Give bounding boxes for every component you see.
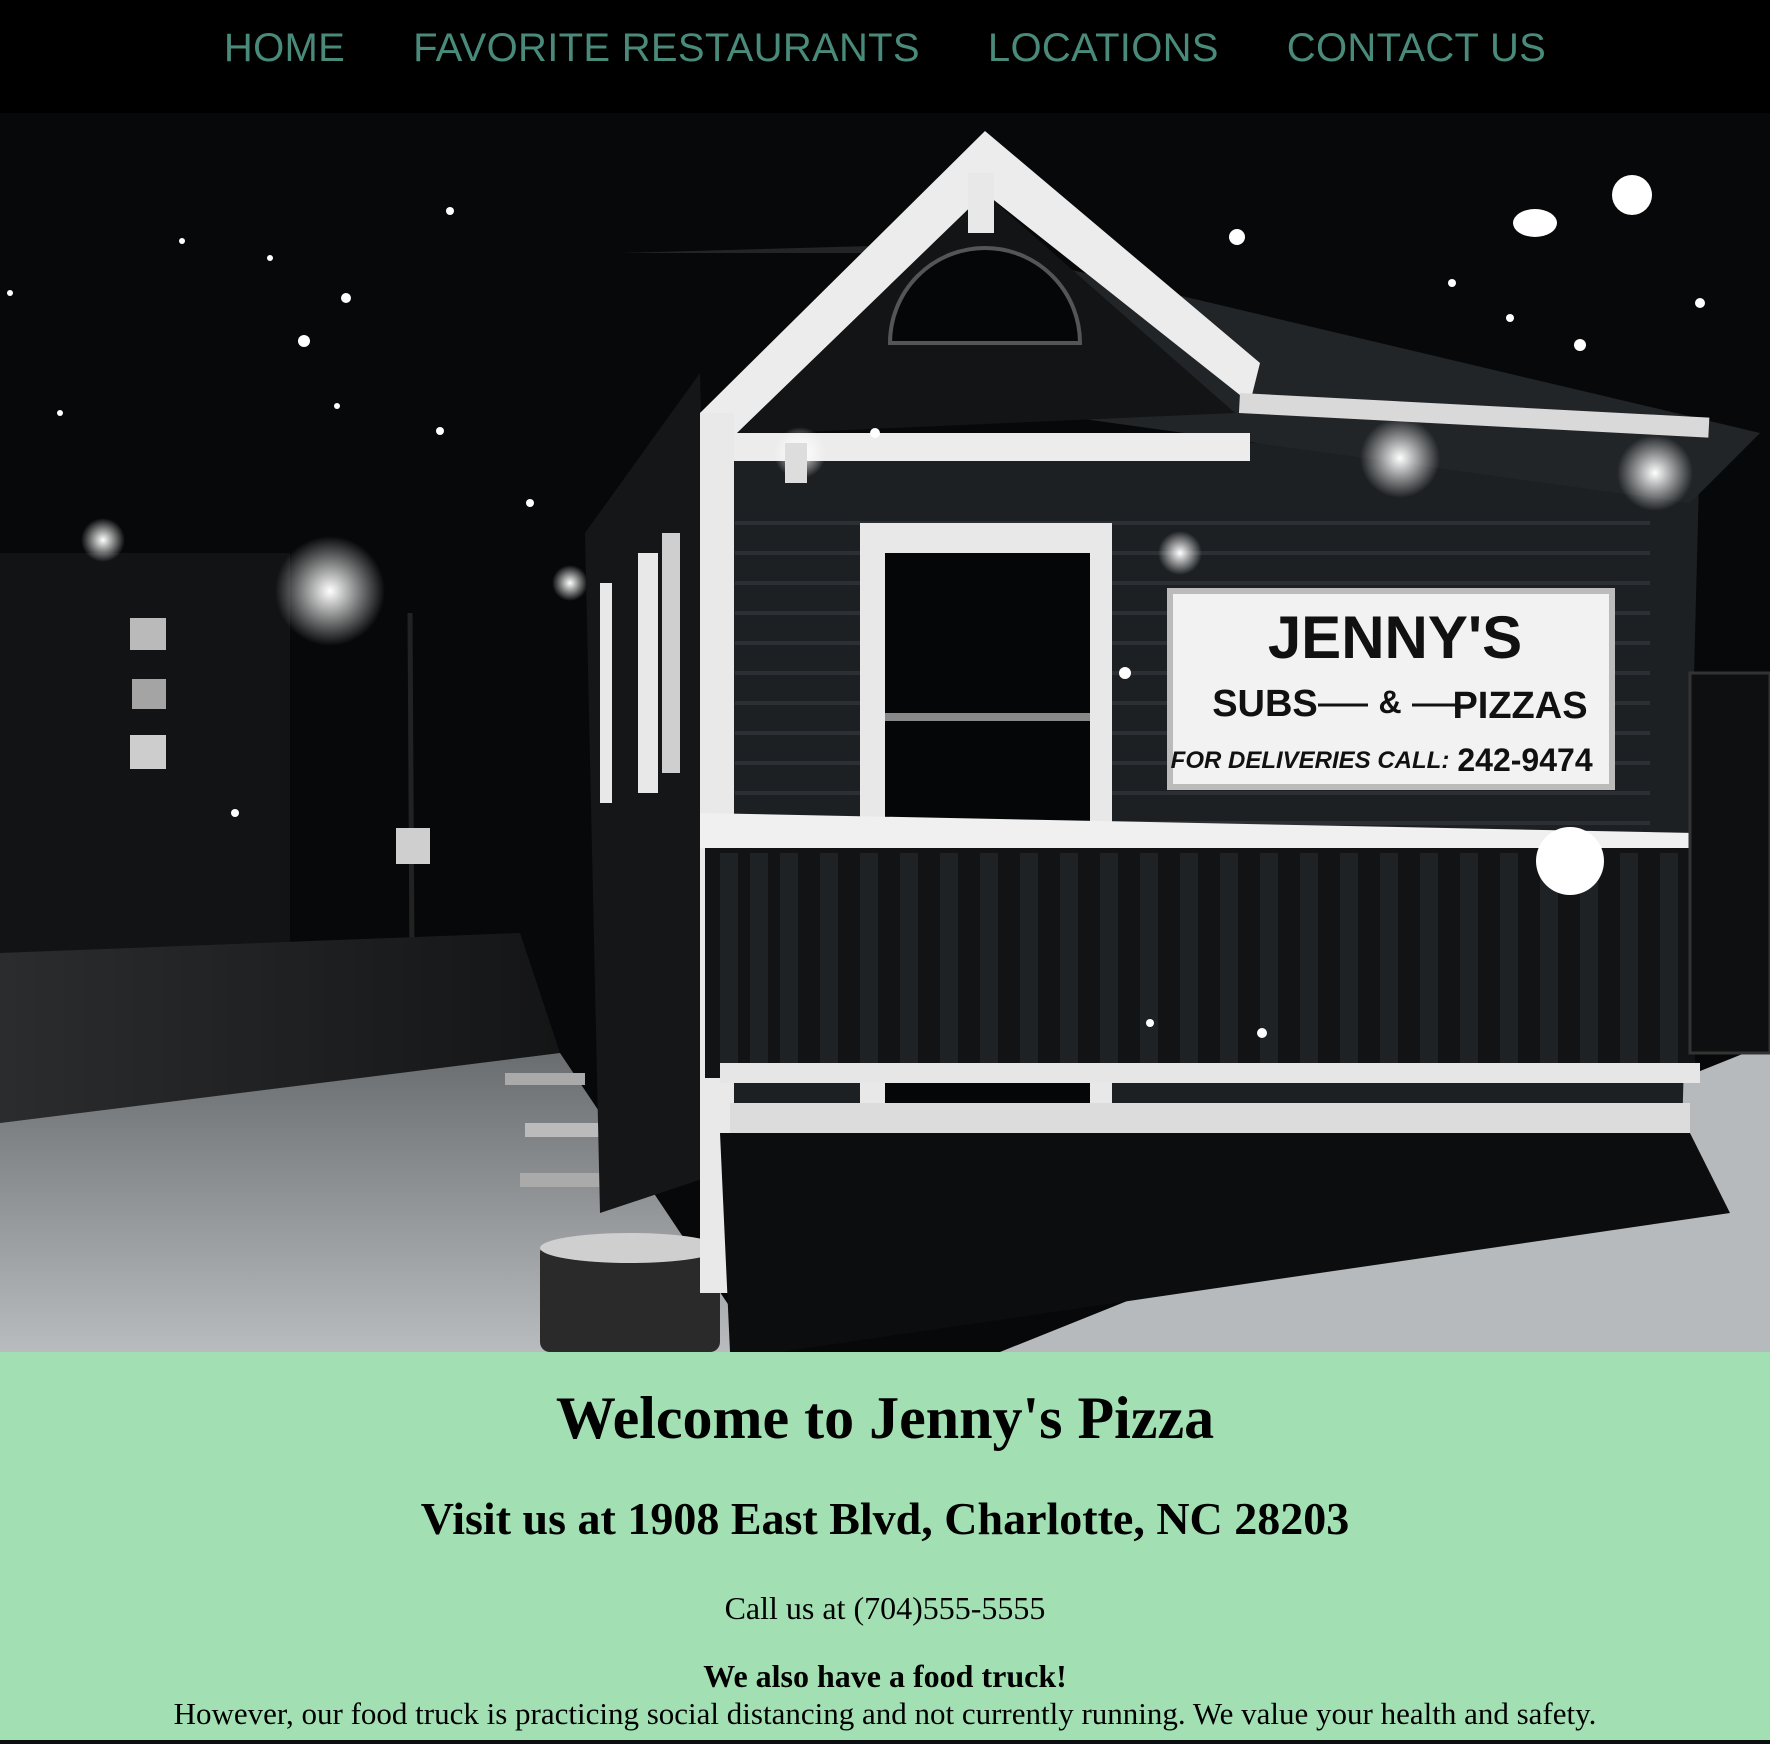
nav-contact-us-link[interactable]: CONTACT US <box>1287 26 1546 71</box>
address-heading: Visit us at 1908 East Blvd, Charlotte, N… <box>420 1493 1350 1544</box>
welcome-title: Welcome to Jenny's Pizza <box>555 1385 1215 1451</box>
street-light <box>275 536 385 646</box>
phone-text: Call us at (704)555-5555 <box>724 1590 1046 1626</box>
sign-subs-text: SUBS <box>1212 683 1318 725</box>
sign-pizzas-text: PIZZAS <box>1452 685 1587 727</box>
top-navigation: HOME FAVORITE RESTAURANTS LOCATIONS CONT… <box>0 0 1770 113</box>
sign-amp-text: & <box>1378 684 1401 720</box>
sign-phone-text: 242-9474 <box>1457 742 1592 778</box>
nav-locations-link[interactable]: LOCATIONS <box>988 26 1219 71</box>
sign-delivery-text: FOR DELIVERIES CALL: <box>1171 747 1450 774</box>
nav-favorite-restaurants-link[interactable]: FAVORITE RESTAURANTS <box>413 26 920 71</box>
nav-home-link[interactable]: HOME <box>224 26 345 71</box>
hero-image: JENNY'S SUBS & PIZZAS FOR DELIVERIES CAL… <box>0 113 1770 1352</box>
welcome-section: Welcome to Jenny's Pizza Visit us at 190… <box>0 1352 1770 1740</box>
restaurant-sign: JENNY'S SUBS & PIZZAS FOR DELIVERIES CAL… <box>1167 588 1615 790</box>
food-truck-note: However, our food truck is practicing so… <box>173 1696 1597 1731</box>
storefront-photo: JENNY'S SUBS & PIZZAS FOR DELIVERIES CAL… <box>0 113 1770 1352</box>
food-truck-title: We also have a food truck! <box>703 1658 1067 1694</box>
sign-name-text: JENNY'S <box>1268 604 1522 671</box>
